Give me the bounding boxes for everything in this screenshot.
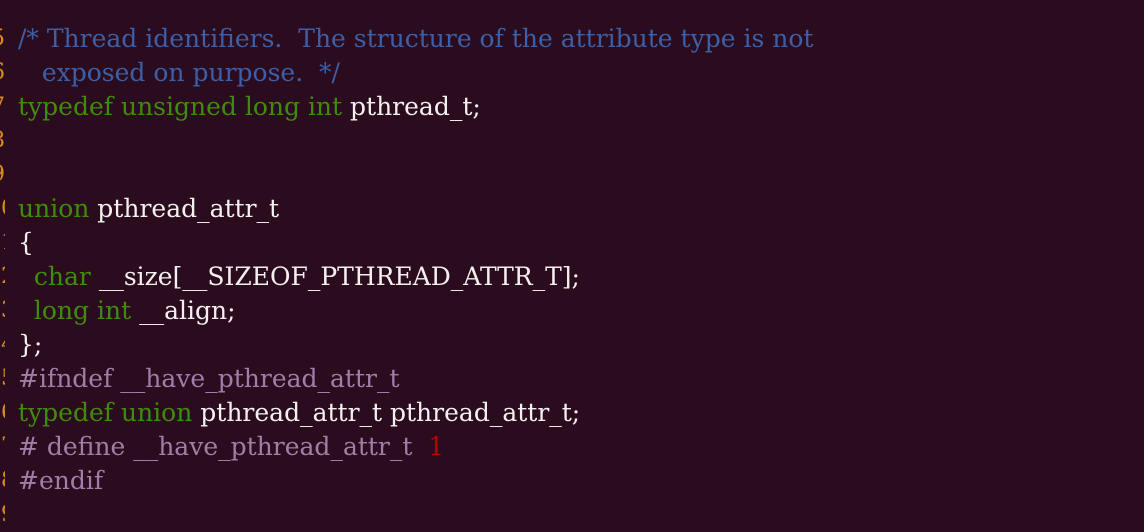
line-number: 19: [0, 498, 5, 532]
code-line[interactable]: 11 {: [0, 226, 1144, 260]
code-line[interactable]: 13 long int __align;: [0, 294, 1144, 328]
code-line[interactable]: 14};: [0, 328, 1144, 362]
code-line-text: #endif: [18, 464, 103, 498]
line-number: 17: [0, 430, 5, 464]
code-line-text: #ifndef __have_pthread_attr_t: [18, 362, 400, 396]
code-token-preprocessor: # define __have_pthread_attr_t: [18, 432, 429, 461]
code-token-keyword: long int: [18, 296, 140, 325]
line-number: 7: [0, 90, 5, 124]
line-number: 15: [0, 362, 5, 396]
line-number: 8: [0, 124, 5, 158]
code-line-text: {: [18, 226, 34, 260]
line-number: 10: [0, 192, 5, 226]
code-token-plain: {: [18, 228, 34, 257]
code-editor-viewport[interactable]: 5 /* Thread identifiers. The structure of…: [0, 0, 1144, 532]
code-line[interactable]: 16 typedef union pthread_attr_t pthread_a…: [0, 396, 1144, 430]
code-line[interactable]: 17 # define __have_pthread_attr_t 1: [0, 430, 1144, 464]
line-number: 16: [0, 396, 5, 430]
code-line[interactable]: 8: [0, 124, 1144, 158]
code-line[interactable]: 5 /* Thread identifiers. The structure of…: [0, 22, 1144, 56]
code-line[interactable]: 6 exposed on purpose. */: [0, 56, 1144, 90]
code-token-comment: /* Thread identifiers. The structure of …: [18, 24, 814, 53]
code-line[interactable]: 18 #endif: [0, 464, 1144, 498]
code-line[interactable]: 15 #ifndef __have_pthread_attr_t: [0, 362, 1144, 396]
code-line-text: char __size[__SIZEOF_PTHREAD_ATTR_T];: [18, 260, 580, 294]
code-token-identifier: __align;: [139, 296, 236, 325]
code-token-plain: };: [18, 330, 43, 359]
code-token-keyword: typedef unsigned long int: [18, 92, 351, 121]
line-number: 9: [0, 158, 5, 192]
line-number: 14: [0, 328, 5, 362]
code-token-preprocessor: #endif: [18, 466, 104, 495]
code-line[interactable]: 10 union pthread_attr_t: [0, 192, 1144, 226]
code-token-comment: exposed on purpose. */: [18, 58, 340, 87]
line-number: 12: [0, 260, 5, 294]
code-token-identifier: pthread_attr_t: [97, 194, 280, 223]
line-number: 11: [0, 226, 5, 260]
code-line[interactable]: 12 char __size[__SIZEOF_PTHREAD_ATTR_T];: [0, 260, 1144, 294]
code-line-text: long int __align;: [18, 294, 236, 328]
code-token-keyword: char: [18, 262, 99, 291]
code-line-text: };: [18, 328, 42, 362]
line-number: 13: [0, 294, 5, 328]
line-number: 6: [0, 56, 5, 90]
code-line-text: exposed on purpose. */: [18, 56, 340, 90]
code-line-text: typedef unsigned long int pthread_t;: [18, 90, 481, 124]
line-number: 5: [0, 22, 5, 56]
code-line[interactable]: 19: [0, 498, 1144, 532]
code-token-preprocessor: #ifndef __have_pthread_attr_t: [18, 364, 400, 393]
code-token-identifier: pthread_attr_t pthread_attr_t;: [200, 398, 581, 427]
code-editor-screen: 5 /* Thread identifiers. The structure of…: [0, 0, 1144, 532]
code-line-text: typedef union pthread_attr_t pthread_att…: [18, 396, 580, 430]
code-token-number: 1: [428, 432, 445, 461]
code-line-text: /* Thread identifiers. The structure of …: [18, 22, 813, 56]
code-line[interactable]: 9: [0, 158, 1144, 192]
code-token-identifier: __size[__SIZEOF_PTHREAD_ATTR_T];: [98, 262, 580, 291]
code-token-keyword: union: [18, 194, 98, 223]
code-line-text: # define __have_pthread_attr_t 1: [18, 430, 444, 464]
code-line-text: union pthread_attr_t: [18, 192, 279, 226]
code-line[interactable]: 7 typedef unsigned long int pthread_t;: [0, 90, 1144, 124]
code-token-identifier: pthread_t;: [350, 92, 481, 121]
line-number: 18: [0, 464, 5, 498]
code-token-keyword: typedef union: [18, 398, 201, 427]
